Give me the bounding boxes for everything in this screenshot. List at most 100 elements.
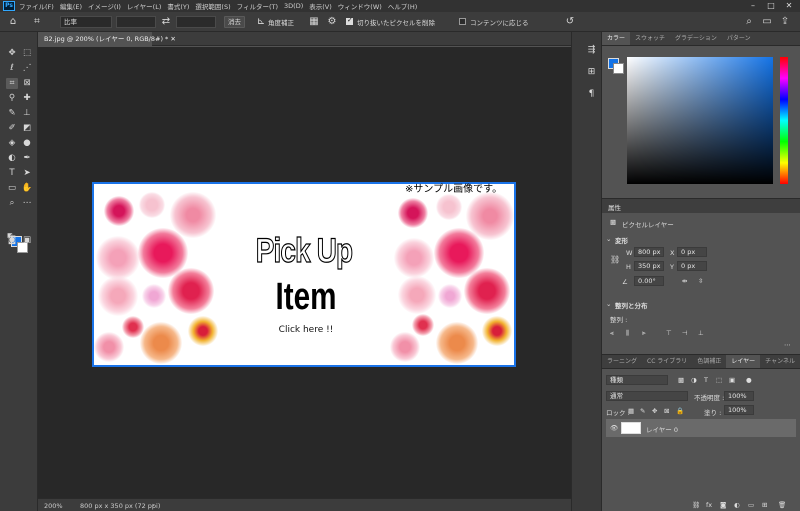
tab-channels[interactable]: チャンネル [760,355,800,368]
menu-file[interactable]: ファイル(F) [19,1,54,11]
align-right-icon[interactable]: ⫸ [642,329,646,338]
tab-gradients[interactable]: グラデーション [670,32,722,45]
content-aware-checkbox[interactable] [459,18,466,25]
fill-field[interactable]: 100% [724,405,754,415]
adjustment-layer-icon[interactable]: ◐ [734,501,740,509]
hue-slider[interactable] [780,57,788,184]
blur-tool-icon[interactable]: ● [21,138,33,149]
paint-bucket-tool-icon[interactable]: ◈ [6,138,18,149]
tab-swatches[interactable]: スウォッチ [630,32,670,45]
width-field[interactable]: 800 px [634,247,664,257]
layer-style-icon[interactable]: fx [706,501,712,509]
align-chevron-icon[interactable]: ⌄ [606,300,611,308]
y-field[interactable]: 0 px [677,261,707,271]
workspace-icon[interactable]: ▭ [760,16,774,28]
add-mask-icon[interactable]: ◙ [720,501,726,509]
marquee-tool-icon[interactable]: ⬚ [21,48,33,59]
menu-edit[interactable]: 編集(E) [60,1,82,11]
search-icon[interactable]: ⌕ [742,16,756,28]
share-icon[interactable]: ⇪ [778,16,792,28]
menu-help[interactable]: ヘルプ(H) [388,1,417,11]
close-tab-icon[interactable]: ✕ [170,35,175,43]
menu-window[interactable]: ウィンドウ(W) [338,1,382,11]
panel-background-swatch[interactable] [613,63,624,74]
quick-select-tool-icon[interactable]: ⋰ [21,63,33,74]
lock-transparent-icon[interactable]: ▦ [628,407,634,415]
link-icon[interactable]: ⛓ [610,255,620,264]
menu-view[interactable]: 表示(V) [309,1,332,11]
visibility-eye-icon[interactable]: 👁 [610,424,618,432]
more-tools-icon[interactable]: ⋯ [21,198,33,209]
delete-cropped-checkbox[interactable] [346,16,353,25]
straighten-label[interactable]: 角度補正 [268,17,294,27]
width-ratio-input[interactable] [116,16,156,28]
transform-chevron-icon[interactable]: ⌄ [606,235,611,243]
flip-horizontal-icon[interactable]: ⇹ [682,277,687,285]
tab-libraries[interactable]: CC ライブラリ [642,355,692,368]
healing-brush-tool-icon[interactable]: ✚ [21,93,33,104]
document-tab[interactable]: B2.jpg @ 200% (レイヤー 0, RGB/8#) * ✕ [38,32,176,46]
flip-vertical-icon[interactable]: ⇳ [698,277,703,285]
status-menu-icon[interactable]: › [152,501,155,509]
quick-mask-icon[interactable]: ◙ [6,235,18,246]
menu-filter[interactable]: フィルター(T) [237,1,278,11]
zoom-level[interactable]: 200% [44,502,63,510]
x-field[interactable]: 0 px [677,247,707,257]
menu-layer[interactable]: レイヤー(L) [127,1,162,11]
more-options-icon[interactable]: ⋯ [784,341,791,349]
filter-pixel-icon[interactable]: ▩ [678,376,684,384]
lasso-tool-icon[interactable]: ℓ [6,63,18,74]
new-group-icon[interactable]: ▭ [748,501,754,509]
stamp-tool-icon[interactable]: ⊥ [21,108,33,119]
color-field[interactable] [627,57,773,184]
close-icon[interactable]: ✕ [780,0,798,12]
tab-layers[interactable]: レイヤー [726,355,761,368]
filter-smart-object-icon[interactable]: ▣ [729,376,735,384]
height-ratio-input[interactable] [176,16,216,28]
minimize-icon[interactable]: – [744,0,762,12]
history-icon[interactable]: ⇶ [585,44,598,57]
home-icon[interactable]: ⌂ [6,16,20,28]
filter-adjustment-icon[interactable]: ◑ [691,376,697,384]
gear-icon[interactable]: ⚙ [325,16,339,28]
overlay-grid-icon[interactable]: ▦ [307,16,321,28]
link-layers-icon[interactable]: ⛓ [692,501,700,509]
align-middle-icon[interactable]: ⊣ [682,329,688,337]
zoom-tool-icon[interactable]: ⌕ [6,198,18,209]
lock-image-icon[interactable]: ✎ [640,407,645,415]
crop-tool-icon[interactable]: ⌗ [6,78,18,89]
delete-layer-icon[interactable]: 🗑 [778,501,786,509]
menu-type[interactable]: 書式(Y) [167,1,189,11]
hand-tool-icon[interactable]: ✋ [21,183,33,194]
angle-field[interactable]: 0.00° [634,276,664,286]
frame-tool-icon[interactable]: ⊠ [21,78,33,89]
maximize-icon[interactable]: □ [762,0,780,12]
pen-tool-icon[interactable]: ✒ [21,153,33,164]
filter-shape-icon[interactable]: ⬚ [716,376,722,384]
paragraph-icon[interactable]: ¶ [585,88,598,101]
eyedropper-tool-icon[interactable]: ⚲ [6,93,18,104]
new-layer-icon[interactable]: ⊞ [762,501,767,509]
clear-button[interactable]: 消去 [224,16,245,28]
type-tool-icon[interactable]: T [6,168,18,179]
blend-mode-select[interactable]: 通常 [606,391,688,401]
tab-patterns[interactable]: パターン [722,32,756,45]
rectangle-tool-icon[interactable]: ▭ [6,183,18,194]
ratio-select[interactable]: 比率 [60,16,112,28]
filter-type-icon[interactable]: T [704,376,708,384]
eraser-tool-icon[interactable]: ◩ [21,123,33,134]
align-center-icon[interactable]: ⫼ [626,329,629,338]
properties-title[interactable]: 属性 [608,202,621,212]
history-brush-tool-icon[interactable]: ✐ [6,123,18,134]
layer-row[interactable]: 👁 レイヤー 0 [606,419,796,437]
vertical-scrollbar[interactable] [571,32,581,511]
opacity-field[interactable]: 100% [724,391,754,401]
menu-image[interactable]: イメージ(I) [88,1,121,11]
tab-learn[interactable]: ラーニング [602,355,642,368]
crop-tool-icon[interactable]: ⌗ [30,16,44,28]
tab-color[interactable]: カラー [602,32,631,45]
filter-toggle-icon[interactable]: ● [746,376,752,384]
brush-tool-icon[interactable]: ✎ [6,108,18,119]
lock-all-icon[interactable]: 🔒 [676,407,684,415]
lock-artboard-icon[interactable]: ⊠ [664,407,669,415]
